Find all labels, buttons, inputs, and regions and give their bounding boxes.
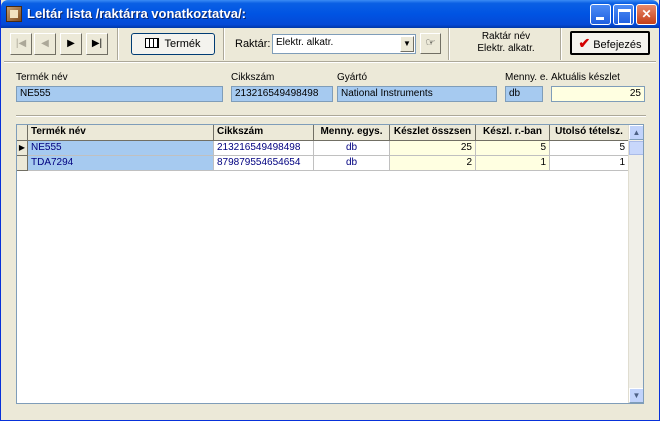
raktar-select[interactable]: Elektr. alkatr. ▼ bbox=[272, 34, 416, 54]
row-indicator bbox=[17, 156, 28, 171]
divider bbox=[4, 61, 656, 63]
last-record-button[interactable]: ▶| bbox=[86, 33, 108, 55]
column-header[interactable]: Készl. r.-ban bbox=[476, 125, 550, 141]
gyarto-label: Gyártó bbox=[337, 72, 368, 83]
toolbar-separator bbox=[560, 28, 562, 60]
aktualis-keszlet-field[interactable]: 25 bbox=[551, 86, 645, 102]
cell-menny-egys[interactable]: db bbox=[314, 141, 390, 156]
gyarto-field[interactable]: National Instruments bbox=[337, 86, 497, 102]
cell-cikkszam[interactable]: 879879554654654 bbox=[214, 156, 314, 171]
cell-keszlet-osszesen[interactable]: 25 bbox=[390, 141, 476, 156]
minimize-button[interactable] bbox=[590, 4, 611, 25]
cell-utolso-tetelsz[interactable]: 5 bbox=[550, 141, 629, 156]
title-bar[interactable]: Leltár lista /raktárra vonatkoztatva/: ✕ bbox=[1, 0, 659, 28]
column-header[interactable]: Cikkszám bbox=[214, 125, 314, 141]
cell-keszl-rban[interactable]: 5 bbox=[476, 141, 550, 156]
raktar-nev-label: Raktár név bbox=[481, 31, 531, 42]
toolbar-separator bbox=[223, 28, 225, 60]
inventory-table[interactable]: Termék név Cikkszám Menny. egys. Készlet… bbox=[16, 124, 644, 404]
cell-termek-nev[interactable]: NE555 bbox=[28, 141, 214, 156]
termek-button[interactable]: Termék bbox=[131, 33, 215, 55]
toolbar-separator bbox=[117, 28, 119, 60]
raktar-nev-display: Raktár név Elektr. alkatr. bbox=[466, 31, 546, 55]
cell-keszlet-osszesen[interactable]: 2 bbox=[390, 156, 476, 171]
toolbar: |◀ ◀ ▶ ▶| Termék Raktár: Elektr. alkatr.… bbox=[4, 28, 656, 60]
column-header[interactable]: Készlet összsen bbox=[390, 125, 476, 141]
raktar-select-value: Elektr. alkatr. bbox=[276, 37, 334, 48]
first-record-button[interactable]: |◀ bbox=[10, 33, 32, 55]
cikkszam-label: Cikkszám bbox=[231, 72, 275, 83]
header-indicator bbox=[17, 125, 28, 141]
divider bbox=[16, 115, 646, 117]
current-row-icon: ▶ bbox=[17, 141, 28, 156]
column-header[interactable]: Menny. egys. bbox=[314, 125, 390, 141]
chevron-down-icon[interactable]: ▼ bbox=[400, 36, 414, 52]
toolbar-separator bbox=[448, 28, 450, 60]
scrollbar-thumb[interactable] bbox=[629, 141, 643, 155]
cell-termek-nev[interactable]: TDA7294 bbox=[28, 156, 214, 171]
befejezes-label: Befejezés bbox=[593, 39, 642, 51]
app-icon bbox=[6, 6, 22, 22]
scroll-up-icon[interactable]: ▲ bbox=[629, 125, 643, 140]
termek-nev-field[interactable]: NE555 bbox=[16, 86, 223, 102]
vertical-scrollbar[interactable]: ▲ ▼ bbox=[628, 125, 643, 403]
menny-e-field[interactable]: db bbox=[505, 86, 543, 102]
grid-icon bbox=[145, 38, 160, 48]
cikkszam-field[interactable]: 213216549498498 bbox=[231, 86, 333, 102]
close-button[interactable]: ✕ bbox=[636, 4, 657, 25]
pointer-hand-button[interactable]: ☞ bbox=[420, 33, 441, 54]
cell-menny-egys[interactable]: db bbox=[314, 156, 390, 171]
cell-cikkszam[interactable]: 213216549498498 bbox=[214, 141, 314, 156]
menny-e-label: Menny. e. bbox=[505, 72, 549, 83]
raktar-nev-value: Elektr. alkatr. bbox=[477, 43, 535, 54]
column-header[interactable]: Utolsó tételsz. bbox=[550, 125, 629, 141]
table-row[interactable]: TDA7294 879879554654654 db 2 1 1 bbox=[17, 156, 629, 171]
column-header[interactable]: Termék név bbox=[28, 125, 214, 141]
cell-keszl-rban[interactable]: 1 bbox=[476, 156, 550, 171]
aktualis-keszlet-label: Aktuális készlet bbox=[551, 72, 620, 83]
prev-record-button[interactable]: ◀ bbox=[34, 33, 56, 55]
befejezes-button[interactable]: ✔ Befejezés bbox=[570, 31, 650, 55]
next-record-button[interactable]: ▶ bbox=[60, 33, 82, 55]
check-icon: ✔ bbox=[578, 35, 591, 51]
raktar-label: Raktár: bbox=[235, 38, 271, 50]
cell-utolso-tetelsz[interactable]: 1 bbox=[550, 156, 629, 171]
maximize-button[interactable] bbox=[613, 4, 634, 25]
termek-button-label: Termék bbox=[164, 38, 201, 50]
scroll-down-icon[interactable]: ▼ bbox=[629, 388, 643, 403]
window-title: Leltár lista /raktárra vonatkoztatva/: bbox=[27, 6, 246, 21]
termek-nev-label: Termék név bbox=[16, 72, 68, 83]
main-window: Leltár lista /raktárra vonatkoztatva/: ✕… bbox=[0, 0, 660, 421]
table-row[interactable]: ▶ NE555 213216549498498 db 25 5 5 bbox=[17, 141, 629, 156]
table-header: Termék név Cikkszám Menny. egys. Készlet… bbox=[17, 125, 629, 141]
